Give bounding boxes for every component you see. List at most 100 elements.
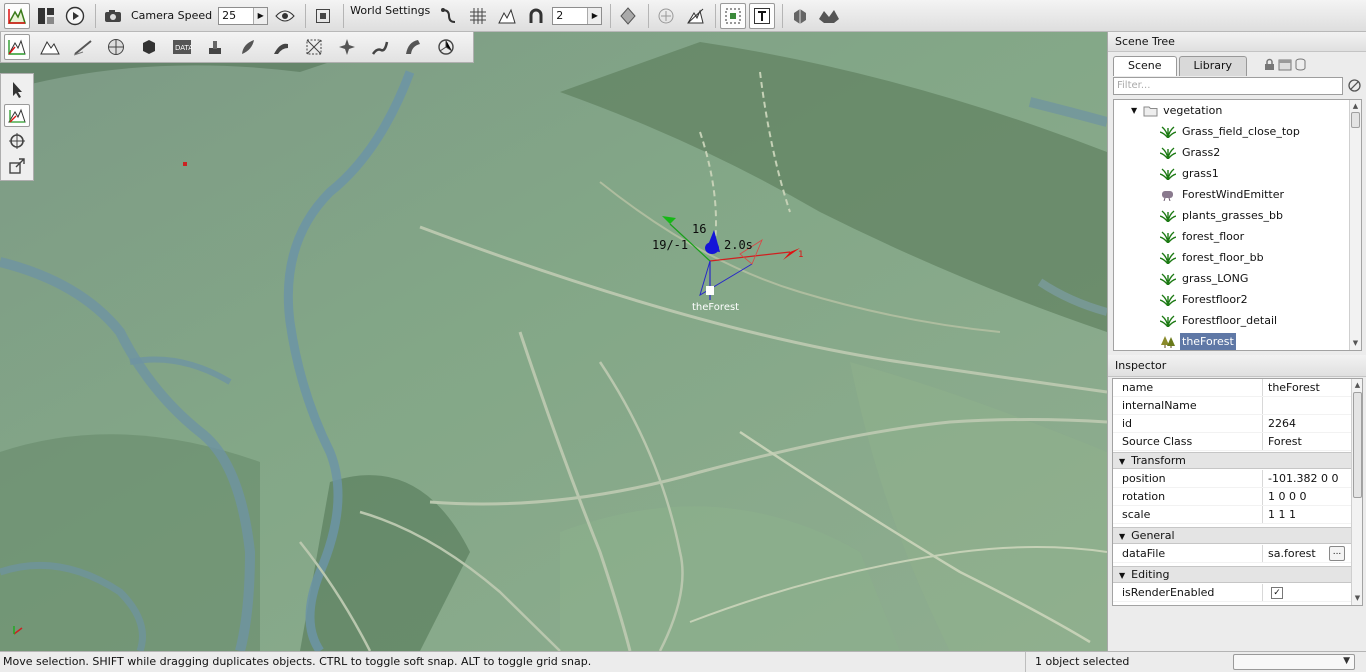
expand-arrow-icon[interactable]: ▼ [1131, 106, 1137, 115]
tab-scene[interactable]: Scene [1113, 56, 1177, 76]
world-editor-icon[interactable] [4, 2, 30, 29]
window-icon[interactable] [1278, 58, 1292, 71]
collapse-arrow-icon[interactable]: ▼ [1119, 457, 1125, 466]
browse-file-button[interactable]: ... [1329, 546, 1345, 561]
tree-item[interactable]: grass1 [1160, 163, 1221, 184]
collapse-arrow-icon[interactable]: ▼ [1119, 571, 1125, 580]
road-editor-icon[interactable] [400, 34, 426, 60]
inspector-row-source-class[interactable]: Source Class Forest [1113, 433, 1351, 451]
inspector-row-datafile[interactable]: dataFile sa.forest ... [1113, 545, 1351, 563]
object-bounds-icon[interactable] [720, 2, 747, 29]
object-editor-icon[interactable] [4, 34, 30, 60]
inspector-row-isrenderenabled[interactable]: isRenderEnabled ✓ [1113, 584, 1351, 602]
terrain-view[interactable] [0, 32, 1107, 651]
scroll-down-icon[interactable]: ▼ [1350, 339, 1361, 349]
terrain-snap-icon[interactable] [494, 3, 520, 29]
section-general[interactable]: ▼ General [1113, 527, 1351, 544]
eye-icon[interactable] [272, 3, 298, 29]
snap-size-value[interactable]: 2 [553, 9, 587, 22]
inspector-grid[interactable]: name theForest internalName id 2264 Sour… [1112, 378, 1363, 606]
grid-snap-icon[interactable] [465, 3, 491, 29]
gui-editor-icon[interactable] [33, 3, 59, 29]
particle-editor-icon[interactable] [334, 34, 360, 60]
tree-item[interactable]: Forestfloor_detail [1160, 310, 1279, 331]
datablock-editor-icon[interactable]: DATA [169, 34, 195, 60]
shape-editor-icon[interactable] [433, 34, 459, 60]
scroll-down-icon[interactable]: ▼ [1352, 594, 1362, 604]
tree-item[interactable]: ForestWindEmitter [1160, 184, 1286, 205]
rotate-gizmo-icon[interactable] [4, 129, 30, 153]
forest-editor-icon[interactable] [235, 34, 261, 60]
camera-speed-value[interactable]: 25 [219, 9, 253, 22]
river-editor-icon[interactable] [367, 34, 393, 60]
tree-folder-vegetation[interactable]: ▼ vegetation [1131, 100, 1224, 121]
inspector-value[interactable]: sa.forest [1263, 545, 1316, 563]
snap-size-input[interactable]: 2 ▶ [552, 6, 603, 25]
selection-center-icon[interactable] [653, 3, 679, 29]
inspector-value[interactable]: 1 0 0 0 [1263, 488, 1306, 506]
tab-library[interactable]: Library [1178, 56, 1248, 76]
world-settings-label[interactable]: World Settings [350, 4, 430, 17]
tree-item[interactable]: grass_LONG [1160, 268, 1250, 289]
inspector-row-rotation[interactable]: rotation 1 0 0 0 [1113, 488, 1351, 506]
magnet-snap-icon[interactable] [523, 3, 549, 29]
object-center-icon[interactable] [615, 3, 641, 29]
inspector-row-scale[interactable]: scale 1 1 1 [1113, 506, 1351, 524]
lock-icon[interactable] [1264, 58, 1275, 71]
scene-filter-input[interactable]: Filter... [1113, 77, 1343, 95]
inspector-row-position[interactable]: position -101.382 0 0 [1113, 470, 1351, 488]
object-text-icon[interactable] [749, 2, 776, 29]
inspector-value[interactable]: 1 1 1 [1263, 506, 1296, 524]
mesh-road-editor-icon[interactable] [268, 34, 294, 60]
inspector-value[interactable]: -101.382 0 0 [1263, 470, 1338, 488]
material-editor-icon[interactable] [103, 34, 129, 60]
section-editing[interactable]: ▼ Editing [1113, 566, 1351, 583]
tree-scrollbar[interactable]: ▲ ▼ [1349, 100, 1361, 350]
inspector-value[interactable]: theForest [1263, 379, 1320, 397]
drop-at-icon[interactable] [787, 3, 813, 29]
spin-arrow-icon[interactable]: ▶ [253, 7, 268, 24]
spin-arrow-icon[interactable]: ▶ [587, 7, 602, 24]
inspector-row-internalname[interactable]: internalName [1113, 397, 1351, 415]
3d-viewport[interactable]: 16 19/-1 2.0s 1 theForest [0, 32, 1107, 651]
camera-speed-input[interactable]: 25 ▶ [218, 6, 269, 25]
tree-item[interactable]: theForest [1160, 331, 1236, 350]
decal-editor-icon[interactable] [202, 34, 228, 60]
checkbox-checked-icon[interactable]: ✓ [1271, 586, 1283, 599]
decal-icon[interactable] [816, 3, 842, 29]
sketch-tool-icon[interactable] [136, 34, 162, 60]
tree-item[interactable]: forest_floor_bb [1160, 247, 1266, 268]
chevron-down-icon[interactable]: ▼ [1343, 656, 1350, 666]
terrain-painter-icon[interactable] [70, 34, 96, 60]
database-icon[interactable] [1295, 58, 1306, 71]
fit-view-icon[interactable] [310, 3, 336, 29]
tree-scroll-thumb[interactable] [1351, 112, 1360, 128]
clear-filter-icon[interactable] [1348, 79, 1361, 92]
move-gizmo-icon[interactable] [4, 103, 30, 127]
terrain-editor-icon[interactable] [37, 34, 63, 60]
scale-gizmo-icon[interactable] [4, 155, 30, 179]
inspector-row-id[interactable]: id 2264 [1113, 415, 1351, 433]
scroll-up-icon[interactable]: ▲ [1352, 381, 1362, 391]
tree-item[interactable]: plants_grasses_bb [1160, 205, 1285, 226]
tree-item-label: forest_floor [1182, 230, 1245, 243]
inspector-scrollbar[interactable]: ▲ ▼ [1351, 379, 1362, 605]
play-game-icon[interactable] [62, 3, 88, 29]
scene-tree-list[interactable]: ▼ vegetation Grass_field_close_top Grass2… [1113, 99, 1362, 351]
tree-item[interactable]: Grass_field_close_top [1160, 121, 1302, 142]
snap-to-bone-icon[interactable] [436, 3, 462, 29]
collapse-arrow-icon[interactable]: ▼ [1119, 532, 1125, 541]
scroll-up-icon[interactable]: ▲ [1350, 102, 1361, 112]
status-dropdown[interactable]: ▼ [1233, 654, 1355, 670]
section-transform[interactable]: ▼ Transform [1113, 452, 1351, 469]
selected-object-label[interactable]: theForest [692, 302, 739, 313]
select-arrow-icon[interactable] [4, 78, 30, 102]
tree-item[interactable]: forest_floor [1160, 226, 1246, 247]
inspector-row-name[interactable]: name theForest [1113, 379, 1351, 397]
inspector-scroll-thumb[interactable] [1353, 392, 1362, 498]
world-axis-icon[interactable] [682, 3, 708, 29]
camera-icon[interactable] [100, 3, 126, 29]
navmesh-editor-icon[interactable] [301, 34, 327, 60]
tree-item[interactable]: Grass2 [1160, 142, 1222, 163]
tree-item[interactable]: Forestfloor2 [1160, 289, 1250, 310]
